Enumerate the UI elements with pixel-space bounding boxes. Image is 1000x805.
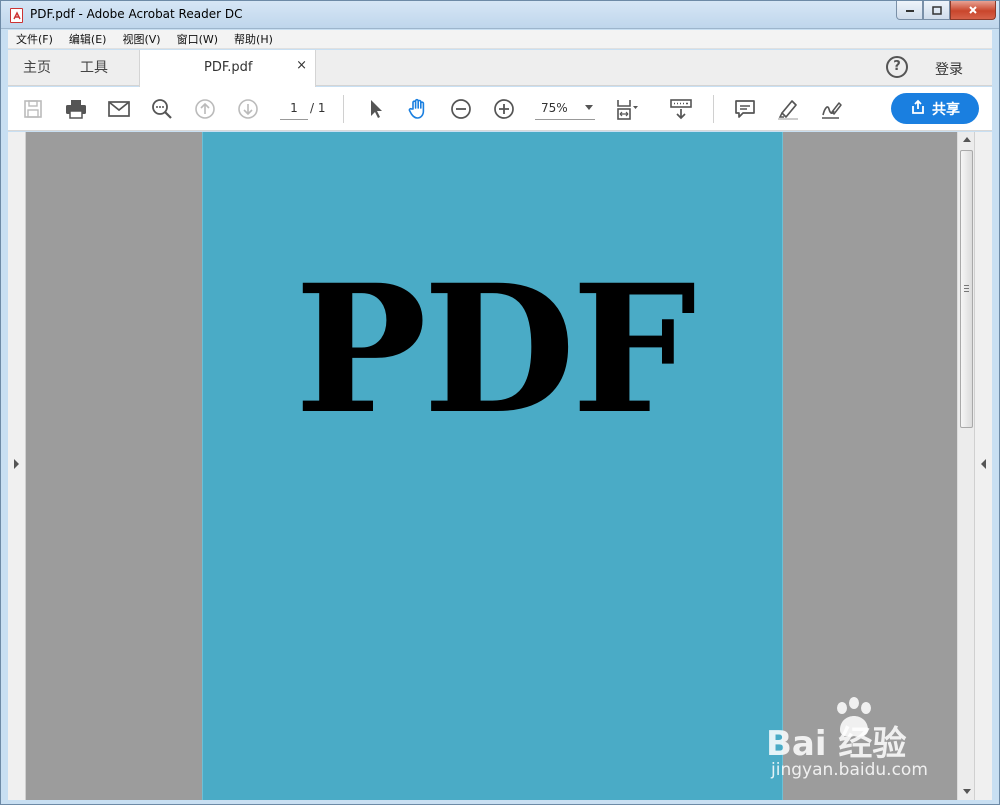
print-icon[interactable]	[64, 97, 88, 121]
watermark-brand: Bai 经验	[766, 724, 907, 764]
tab-document[interactable]: PDF.pdf ×	[139, 50, 316, 87]
vertical-scrollbar[interactable]	[957, 132, 974, 800]
menu-view[interactable]: 视图(V)	[114, 30, 168, 49]
share-label: 共享	[932, 101, 960, 118]
share-button[interactable]: 共享	[891, 93, 979, 124]
right-panel-toggle[interactable]	[974, 132, 992, 800]
scroll-up-icon[interactable]	[963, 137, 971, 142]
toolbar-divider	[713, 95, 714, 123]
help-icon[interactable]: ?	[886, 56, 908, 78]
expand-right-icon	[981, 459, 986, 469]
toolbar-divider	[343, 95, 344, 123]
maximize-button[interactable]	[923, 1, 950, 20]
previous-page-icon[interactable]	[193, 97, 217, 121]
grip-icon	[964, 285, 969, 292]
sign-icon[interactable]	[819, 97, 843, 121]
next-page-icon[interactable]	[236, 97, 260, 121]
zoom-out-icon[interactable]	[449, 97, 473, 121]
scroll-down-icon[interactable]	[963, 789, 971, 794]
app-window: PDF.pdf - Adobe Acrobat Reader DC 文件(F) …	[0, 0, 1000, 805]
minimize-button[interactable]	[896, 1, 923, 20]
left-panel-toggle[interactable]	[8, 132, 26, 800]
tab-home[interactable]: 主页	[23, 50, 51, 86]
watermark: Bai 经验 jingyan.baidu.com	[766, 696, 956, 791]
page-number-input[interactable]: 1	[280, 98, 308, 120]
zoom-in-icon[interactable]	[492, 97, 516, 121]
email-icon[interactable]	[107, 97, 131, 121]
scroll-mode-icon[interactable]	[669, 97, 693, 121]
watermark-url: jingyan.baidu.com	[771, 760, 928, 780]
tab-tools[interactable]: 工具	[80, 50, 108, 86]
page-content-text: PDF	[294, 246, 697, 453]
expand-left-icon	[14, 459, 19, 469]
close-tab-icon[interactable]: ×	[296, 58, 307, 73]
search-icon[interactable]	[150, 97, 174, 121]
chevron-down-icon	[585, 105, 593, 110]
login-button[interactable]: 登录	[935, 59, 963, 79]
hand-tool-icon[interactable]	[406, 97, 430, 121]
tab-bar: 主页 工具 PDF.pdf × ? 登录	[8, 50, 992, 87]
close-window-button[interactable]	[950, 1, 996, 20]
menu-window[interactable]: 窗口(W)	[169, 30, 226, 49]
share-icon	[910, 99, 926, 119]
acrobat-icon	[10, 8, 23, 23]
scroll-thumb[interactable]	[960, 150, 973, 428]
title-bar: PDF.pdf - Adobe Acrobat Reader DC	[1, 1, 999, 29]
window-title: PDF.pdf - Adobe Acrobat Reader DC	[30, 7, 243, 21]
menu-edit[interactable]: 编辑(E)	[61, 30, 115, 49]
document-tab-label: PDF.pdf	[204, 60, 253, 75]
comment-icon[interactable]	[733, 97, 757, 121]
menu-bar: 文件(F) 编辑(E) 视图(V) 窗口(W) 帮助(H)	[8, 30, 992, 49]
zoom-level-select[interactable]: 75%	[535, 98, 595, 120]
highlight-icon[interactable]	[776, 97, 800, 121]
fit-page-icon[interactable]	[615, 97, 639, 121]
pdf-page: PDF	[202, 132, 783, 800]
toolbar: 1 / 1 75% 共享	[8, 87, 992, 131]
select-tool-icon[interactable]	[364, 97, 388, 121]
save-icon[interactable]	[21, 97, 45, 121]
menu-file[interactable]: 文件(F)	[8, 30, 61, 49]
page-total: / 1	[310, 101, 326, 115]
window-controls	[896, 1, 996, 20]
zoom-level-value: 75%	[541, 101, 568, 115]
menu-help[interactable]: 帮助(H)	[226, 30, 281, 49]
